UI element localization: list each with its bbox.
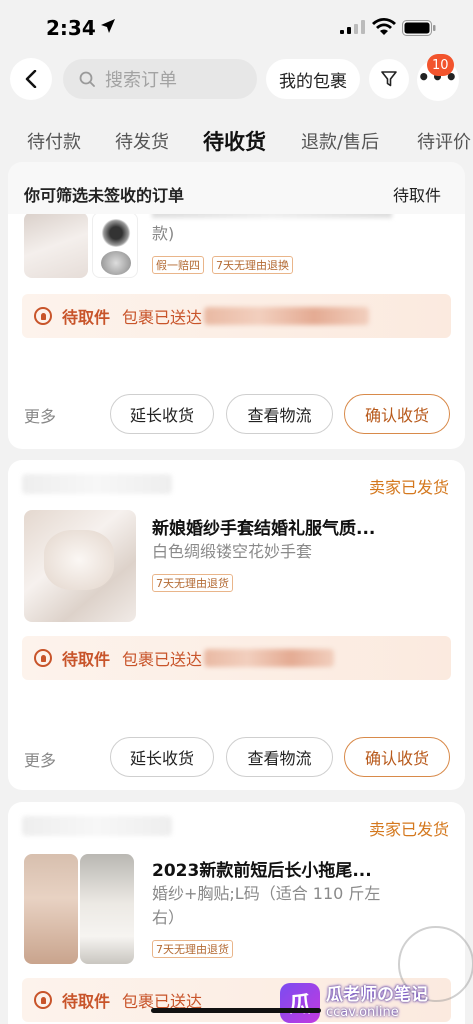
product-image[interactable] — [24, 212, 88, 278]
top-nav: 搜索订单 我的包裹 ••• 10 — [0, 54, 473, 104]
watermark-line1: 瓜老师の笔记 — [326, 985, 428, 1005]
tab-pending-review[interactable]: 待评价 — [417, 128, 471, 154]
chevron-left-icon — [25, 70, 37, 88]
extend-receipt-button[interactable]: 延长收货 — [110, 394, 214, 434]
view-logistics-button[interactable]: 查看物流 — [226, 737, 333, 777]
product-spec: 白色绸缎镂空花妙手套 — [152, 542, 313, 561]
extend-receipt-button[interactable]: 延长收货 — [110, 737, 214, 777]
pickup-icon — [34, 649, 52, 667]
filter-pickup-option[interactable]: 待取件 — [393, 182, 441, 206]
pickup-label: 待取件 — [62, 650, 111, 669]
pickup-label: 待取件 — [62, 992, 111, 1011]
confirm-receipt-button[interactable]: 确认收货 — [344, 394, 450, 434]
status-bar: 2:34 — [0, 0, 473, 56]
product-image[interactable] — [24, 854, 78, 964]
home-indicator[interactable] — [151, 1008, 321, 1013]
shop-name-redacted — [22, 474, 172, 494]
search-placeholder: 搜索订单 — [105, 70, 177, 91]
watermark-logo-icon: 瓜 — [280, 983, 320, 1023]
product-title[interactable]: 2023新款前短后长小拖尾... — [152, 856, 372, 881]
tab-pending-payment[interactable]: 待付款 — [27, 128, 81, 154]
tag-return-policy: 7天无理由退货 — [152, 574, 233, 592]
pickup-label: 待取件 — [62, 308, 111, 327]
pickup-text: 包裹已送达 — [122, 650, 203, 669]
order-status: 卖家已发货 — [368, 820, 449, 839]
product-title[interactable]: 新娘婚纱手套结婚礼服气质... — [152, 514, 375, 539]
filter-hint-bar: 你可筛选未签收的订单 待取件 — [8, 162, 465, 214]
confirm-receipt-button[interactable]: 确认收货 — [344, 737, 450, 777]
tab-pending-shipment[interactable]: 待发货 — [115, 128, 169, 154]
redacted-address — [204, 649, 335, 667]
redacted-address — [204, 307, 370, 325]
tag-fake-compensation: 假一赔四 — [152, 256, 204, 274]
search-input[interactable]: 搜索订单 — [63, 59, 257, 99]
pickup-icon — [34, 307, 52, 325]
view-logistics-button[interactable]: 查看物流 — [226, 394, 333, 434]
tab-pending-receipt[interactable]: 待收货 — [203, 126, 266, 156]
notification-badge: 10 — [427, 54, 454, 76]
product-image-secondary[interactable] — [80, 854, 134, 964]
filter-button[interactable] — [369, 59, 409, 99]
my-packages-button[interactable]: 我的包裹 — [266, 59, 360, 99]
pickup-notice[interactable]: 待取件 包裹已送达 — [22, 294, 451, 338]
wifi-icon — [372, 18, 396, 35]
search-icon — [79, 71, 95, 87]
product-image-secondary[interactable] — [92, 212, 138, 278]
more-link[interactable]: 更多 — [24, 403, 56, 427]
filter-icon — [381, 71, 397, 87]
battery-icon — [402, 20, 436, 36]
pickup-text: 包裹已送达 — [122, 308, 203, 327]
order-card[interactable]: 款) 假一赔四 7天无理由退换 待取件 包裹已送达 更多 延长收货 查看物流 确… — [8, 200, 465, 449]
watermark-line2: ccav.online — [326, 1005, 399, 1020]
watermark: 瓜 瓜老师の笔记 ccav.online — [280, 982, 473, 1024]
cellular-signal-icon — [340, 20, 365, 34]
location-arrow-icon — [101, 19, 115, 33]
status-time: 2:34 — [46, 16, 96, 40]
filter-hint-text: 你可筛选未签收的订单 — [24, 186, 185, 205]
tag-return-policy: 7天无理由退换 — [212, 256, 293, 274]
shop-name-redacted — [22, 816, 172, 836]
more-link[interactable]: 更多 — [24, 747, 56, 771]
back-button[interactable] — [10, 58, 52, 100]
product-spec: 婚纱+胸贴;L码（适合 110 斤左右） — [152, 884, 381, 927]
watermark-text: 瓜老师の笔记 ccav.online — [326, 985, 428, 1021]
order-status: 卖家已发货 — [368, 478, 449, 497]
order-card[interactable]: 卖家已发货 新娘婚纱手套结婚礼服气质... 白色绸缎镂空花妙手套 7天无理由退货… — [8, 460, 465, 790]
pickup-notice[interactable]: 待取件 包裹已送达 — [22, 636, 451, 680]
pickup-icon — [34, 991, 52, 1009]
product-image[interactable] — [24, 510, 136, 622]
product-title-partial: 款) — [152, 224, 175, 243]
tab-refund-aftersale[interactable]: 退款/售后 — [301, 128, 379, 154]
order-tabs: 待付款 待发货 待收货 退款/售后 待评价 — [0, 122, 473, 162]
tag-return-policy: 7天无理由退货 — [152, 940, 233, 958]
